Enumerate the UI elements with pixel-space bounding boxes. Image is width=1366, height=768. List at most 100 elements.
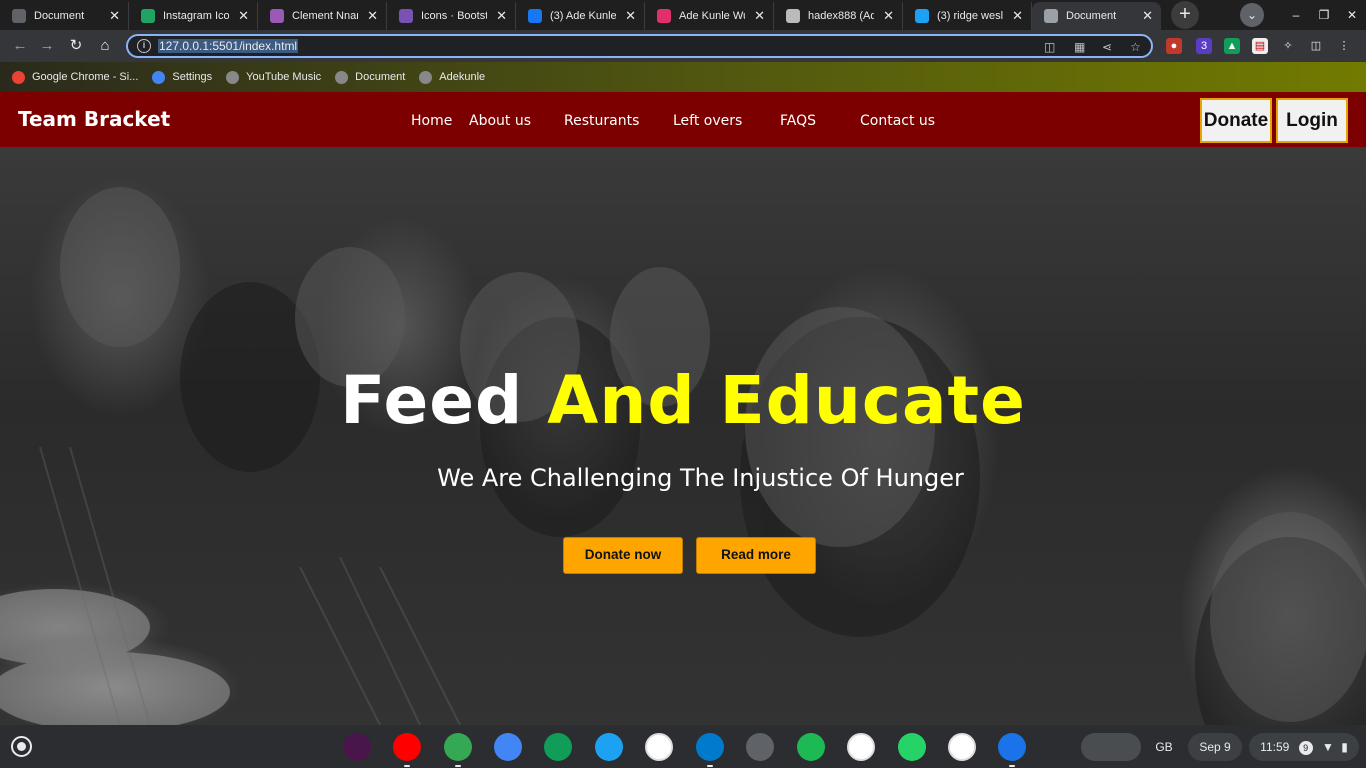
close-tab-icon[interactable]: ✕: [496, 8, 507, 24]
bookmark-label: YouTube Music: [246, 71, 322, 83]
bookmarks-bar: Google Chrome - Si... Settings YouTube Mus…: [0, 62, 1366, 92]
spotify-icon[interactable]: [797, 733, 825, 761]
bookmark-star-icon[interactable]: ☆: [1130, 40, 1141, 54]
chrome-icon[interactable]: [444, 733, 472, 767]
tab-strip: Document✕Instagram Icon✕Clement Nnam✕Ico…: [0, 0, 1366, 30]
tab-title: Icons · Bootstrap: [421, 10, 487, 22]
minimize-icon[interactable]: –: [1282, 8, 1310, 22]
notification-count: 9: [1298, 740, 1313, 755]
bookmark-4[interactable]: Adekunle: [419, 70, 485, 84]
extensions-puzzle-icon[interactable]: ✧: [1280, 38, 1296, 54]
phone-hub-icon[interactable]: [1081, 733, 1141, 761]
tab-title: hadex888 (Ade: [808, 10, 874, 22]
tab-8[interactable]: Document ✕: [1032, 2, 1161, 30]
menu-kebab-icon[interactable]: ⋮: [1336, 38, 1352, 54]
bookmark-2[interactable]: YouTube Music: [226, 70, 322, 84]
wifi-icon: ▼: [1321, 740, 1334, 754]
hero-title-white: Feed: [340, 362, 524, 439]
tab-title: Ade Kunle Wu: [679, 10, 745, 22]
web-page: Team Bracket Home About us Resturants Le…: [0, 92, 1366, 725]
read-more-button[interactable]: Read more: [696, 537, 816, 574]
donate-button[interactable]: Donate: [1200, 98, 1272, 143]
nav-faqs[interactable]: FAQS: [780, 113, 816, 129]
hero-title: Feed And Educate: [0, 362, 1366, 439]
cast-icon[interactable]: ◫: [1044, 40, 1055, 54]
bookmark-0[interactable]: Google Chrome - Si...: [12, 70, 139, 84]
side-panel-icon[interactable]: ◫: [1308, 38, 1324, 54]
tab-title: (3) ridge wesle: [937, 10, 1003, 22]
nav-restaurants[interactable]: Resturants: [564, 113, 639, 129]
browser-toolbar: ← → ↻ ⌂ i 127.0.0.1:5501/index.html ◫ ▦ …: [0, 30, 1366, 62]
address-bar[interactable]: i 127.0.0.1:5501/index.html ◫ ▦ ⋖ ☆: [126, 34, 1153, 58]
github-icon: [786, 9, 800, 23]
nav-contact-us[interactable]: Contact us: [860, 113, 935, 129]
globe-icon: [419, 70, 433, 84]
site-info-icon[interactable]: i: [137, 39, 151, 53]
bookmark-3[interactable]: Document: [335, 70, 405, 84]
brand-logo[interactable]: Team Bracket: [18, 107, 170, 131]
forward-icon[interactable]: →: [38, 37, 56, 55]
google-sheets-icon[interactable]: [544, 733, 572, 761]
login-button[interactable]: Login: [1276, 98, 1348, 143]
date-tray[interactable]: Sep 9: [1188, 733, 1242, 761]
nav-about-us[interactable]: About us: [469, 113, 531, 129]
chrome-icon: [12, 70, 25, 84]
dash-icon: [270, 9, 284, 23]
files-icon[interactable]: [998, 733, 1026, 767]
close-tab-icon[interactable]: ✕: [625, 8, 636, 24]
tab-1[interactable]: Instagram Icon ✕: [129, 2, 258, 30]
bookmark-label: Google Chrome - Si...: [32, 71, 139, 83]
instagram-icon: [657, 9, 671, 23]
new-tab-button[interactable]: +: [1171, 1, 1199, 29]
bootstrap-icon: [399, 9, 413, 23]
nav-left-overs[interactable]: Left overs: [673, 113, 742, 129]
share-icon[interactable]: ⋖: [1102, 40, 1112, 54]
brave-extension-icon[interactable]: ●: [1166, 38, 1182, 54]
vscode-icon[interactable]: [696, 733, 724, 767]
tab-3[interactable]: Icons · Bootstrap ✕: [387, 2, 516, 30]
donate-now-button[interactable]: Donate now: [563, 537, 683, 574]
tab-7[interactable]: (3) ridge wesle ✕: [903, 2, 1032, 30]
close-window-icon[interactable]: ✕: [1338, 8, 1366, 22]
calendar-extension-icon[interactable]: ▤: [1252, 38, 1268, 54]
home-icon[interactable]: ⌂: [96, 37, 114, 55]
close-tab-icon[interactable]: ✕: [883, 8, 894, 24]
tab-4[interactable]: (3) Ade Kunle ✕: [516, 2, 645, 30]
qr-code-icon[interactable]: ▦: [1074, 40, 1085, 54]
settings-icon: [152, 70, 166, 84]
keyboard-layout[interactable]: GB: [1148, 733, 1180, 761]
google-maps-icon[interactable]: [847, 733, 875, 761]
twitter-icon[interactable]: [595, 733, 623, 761]
slack-icon[interactable]: [343, 733, 371, 761]
globe-icon: [335, 70, 349, 84]
nav-home[interactable]: Home: [411, 113, 452, 129]
bookmark-1[interactable]: Settings: [152, 70, 212, 84]
close-tab-icon[interactable]: ✕: [109, 8, 120, 24]
gmail-icon[interactable]: [645, 733, 673, 761]
tab-title: (3) Ade Kunle: [550, 10, 616, 22]
tab-5[interactable]: Ade Kunle Wu ✕: [645, 2, 774, 30]
close-tab-icon[interactable]: ✕: [754, 8, 765, 24]
url-text[interactable]: 127.0.0.1:5501/index.html: [158, 39, 299, 53]
extension-badge-icon[interactable]: 3: [1196, 38, 1212, 54]
close-tab-icon[interactable]: ✕: [238, 8, 249, 24]
launcher-icon[interactable]: [11, 736, 32, 757]
restore-icon[interactable]: ❐: [1310, 8, 1338, 22]
google-drive-icon[interactable]: ▲: [1224, 38, 1240, 54]
close-tab-icon[interactable]: ✕: [367, 8, 378, 24]
status-tray[interactable]: 11:59 9 ▼ ▮: [1249, 733, 1359, 761]
tab-title: Instagram Icon: [163, 10, 229, 22]
settings-icon[interactable]: [746, 733, 774, 761]
close-tab-icon[interactable]: ✕: [1142, 8, 1153, 24]
terminal-icon[interactable]: [948, 733, 976, 761]
back-icon[interactable]: ←: [11, 37, 29, 55]
tab-0[interactable]: Document ✕: [0, 2, 129, 30]
google-docs-icon[interactable]: [494, 733, 522, 761]
reload-icon[interactable]: ↻: [67, 37, 85, 55]
close-tab-icon[interactable]: ✕: [1012, 8, 1023, 24]
youtube-icon[interactable]: [393, 733, 421, 767]
tab-search-icon[interactable]: ⌄: [1240, 3, 1264, 27]
tab-2[interactable]: Clement Nnam ✕: [258, 2, 387, 30]
whatsapp-icon[interactable]: [898, 733, 926, 761]
tab-6[interactable]: hadex888 (Ade ✕: [774, 2, 903, 30]
